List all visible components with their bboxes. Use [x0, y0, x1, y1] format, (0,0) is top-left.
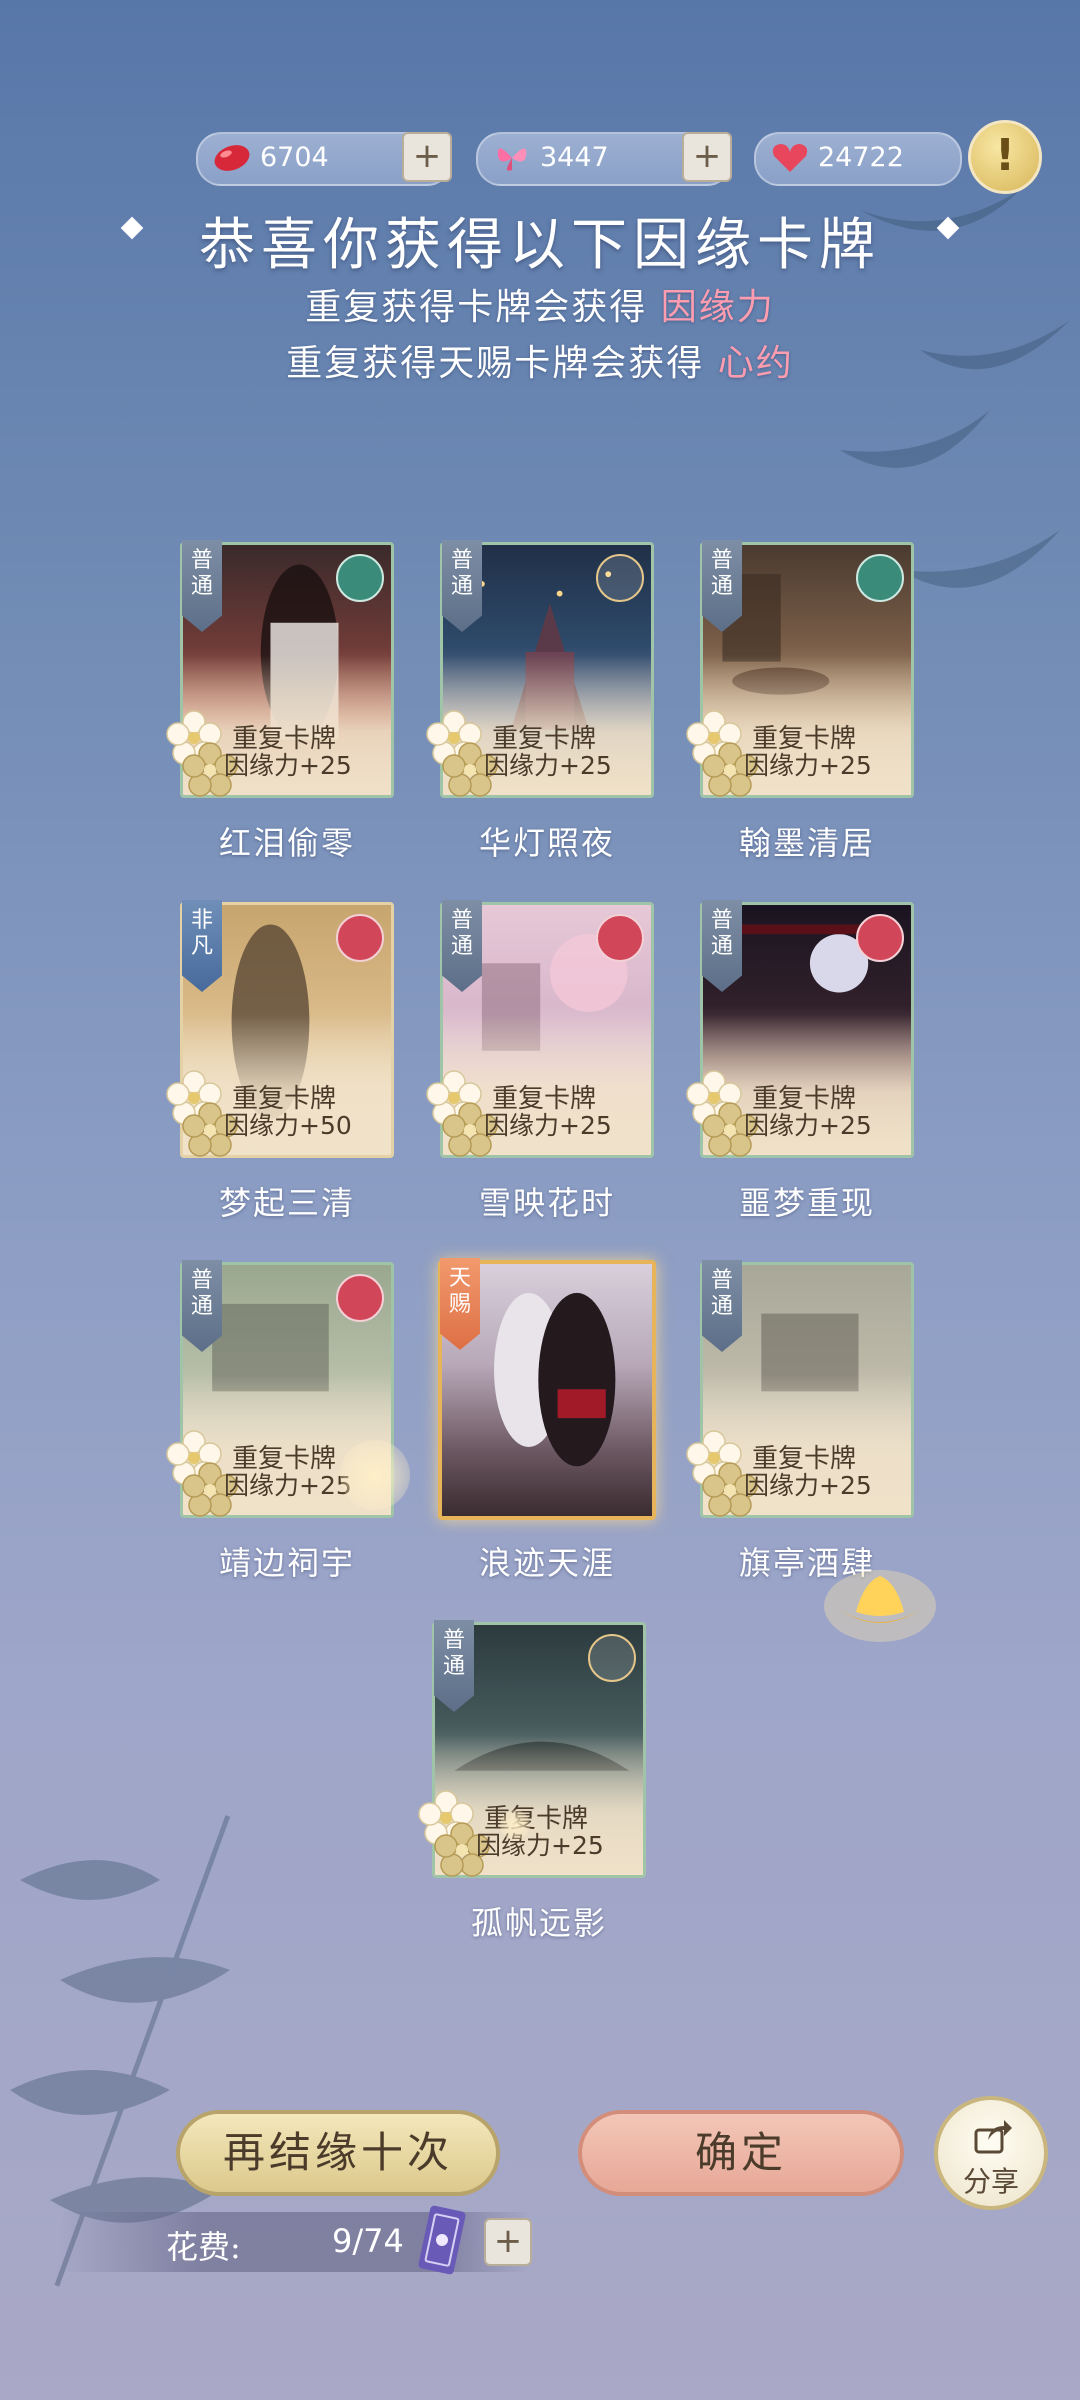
- card-8[interactable]: 天赐: [438, 1258, 656, 1520]
- red-bean-amount: 6704: [260, 142, 329, 173]
- card-10[interactable]: 普通 重复卡牌 因缘力+25: [418, 1620, 646, 1878]
- card-name: 浪迹天涯: [478, 1544, 615, 1582]
- element-badge-icon: [336, 554, 384, 602]
- butterfly-icon: [497, 148, 527, 171]
- duplicate-reward: 因缘力+25: [476, 1831, 604, 1860]
- duplicate-reward: 因缘力+25: [484, 751, 612, 780]
- element-badge-icon: [856, 914, 904, 962]
- rarity-tag: 普通: [442, 540, 482, 632]
- card-6[interactable]: 普通 重复卡牌 因缘力+25: [686, 900, 914, 1158]
- element-badge-icon: [596, 914, 644, 962]
- cost-label: 花费:: [166, 2228, 241, 2266]
- rarity-tag: 天赐: [440, 1258, 480, 1350]
- card-name: 孤帆远影: [470, 1904, 607, 1942]
- cost-value: 9/74: [332, 2222, 404, 2260]
- light-particle: [340, 1440, 410, 1510]
- card-name: 噩梦重现: [738, 1184, 875, 1222]
- duplicate-reward: 因缘力+50: [224, 1111, 352, 1140]
- heart-currency: 24722: [754, 132, 962, 186]
- rarity-tag: 非凡: [182, 900, 222, 992]
- rarity-tag: 普通: [702, 1260, 742, 1352]
- red-bean-icon: [214, 145, 250, 171]
- element-badge-icon: [596, 554, 644, 602]
- card-name: 雪映花时: [478, 1184, 615, 1222]
- butterfly-currency: 3447 +: [476, 132, 732, 186]
- card-name: 红泪偷零: [218, 824, 355, 862]
- duplicate-note-1: 重复获得卡牌会获得 因缘力: [0, 278, 1080, 330]
- butterfly-amount: 3447: [540, 142, 609, 173]
- element-badge-icon: [336, 1274, 384, 1322]
- duplicate-note-1-text: 重复获得卡牌会获得: [305, 287, 648, 328]
- card-name: 华灯照夜: [478, 824, 615, 862]
- duplicate-reward: 因缘力+25: [224, 751, 352, 780]
- element-badge-icon: [856, 554, 904, 602]
- card-name: 翰墨清居: [738, 824, 875, 862]
- ticket-icon: [418, 2205, 466, 2275]
- rarity-tag: 普通: [442, 900, 482, 992]
- share-button[interactable]: 分享: [934, 2096, 1048, 2210]
- rarity-tag: 普通: [702, 900, 742, 992]
- red-bean-currency: 6704 +: [196, 132, 452, 186]
- add-ticket-button[interactable]: +: [484, 2218, 532, 2266]
- duplicate-reward: 因缘力+25: [744, 751, 872, 780]
- heart-amount: 24722: [818, 142, 904, 173]
- card-name: 梦起三清: [218, 1184, 355, 1222]
- heart-icon: [772, 144, 808, 172]
- card-1[interactable]: 普通 重复卡牌 因缘力+25: [166, 540, 394, 798]
- duplicate-reward: 因缘力+25: [224, 1471, 352, 1500]
- notice-button[interactable]: !: [968, 120, 1042, 194]
- share-icon: [974, 2120, 1012, 2154]
- duplicate-note-2-text: 重复获得天赐卡牌会获得: [286, 343, 705, 384]
- duplicate-reward: 因缘力+25: [744, 1471, 872, 1500]
- rarity-tag: 普通: [182, 1260, 222, 1352]
- card-3[interactable]: 普通 重复卡牌 因缘力+25: [686, 540, 914, 798]
- duplicate-reward: 因缘力+25: [744, 1111, 872, 1140]
- add-red-bean-button[interactable]: +: [402, 132, 452, 182]
- element-badge-icon: [336, 914, 384, 962]
- card-4[interactable]: 非凡 重复卡牌 因缘力+50: [166, 900, 394, 1158]
- duplicate-reward: 因缘力+25: [484, 1111, 612, 1140]
- card-9[interactable]: 普通 重复卡牌 因缘力+25: [686, 1260, 914, 1518]
- page-title: 恭喜你获得以下因缘卡牌: [199, 213, 881, 278]
- rarity-tag: 普通: [434, 1620, 474, 1712]
- duplicate-note-2: 重复获得天赐卡牌会获得 心约: [0, 334, 1080, 386]
- duplicate-note-1-highlight: 因缘力: [660, 287, 775, 328]
- share-label: 分享: [962, 2165, 1019, 2198]
- card-5[interactable]: 普通 重复卡牌 因缘力+25: [426, 900, 654, 1158]
- duplicate-note-2-highlight: 心约: [717, 343, 794, 384]
- element-badge-icon: [588, 1634, 636, 1682]
- lotus-lantern-icon: [824, 1570, 936, 1642]
- light-particle: [500, 1810, 530, 1840]
- currency-bar: 6704 + 3447 + 24722: [0, 128, 1080, 188]
- rarity-tag: 普通: [702, 540, 742, 632]
- rarity-tag: 普通: [182, 540, 222, 632]
- draw-again-button[interactable]: 再结缘十次: [176, 2110, 500, 2196]
- confirm-button[interactable]: 确定: [578, 2110, 904, 2196]
- add-butterfly-button[interactable]: +: [682, 132, 732, 182]
- card-name: 靖边祠宇: [218, 1544, 355, 1582]
- card-2[interactable]: 普通 重复卡牌 因缘力+25: [426, 540, 654, 798]
